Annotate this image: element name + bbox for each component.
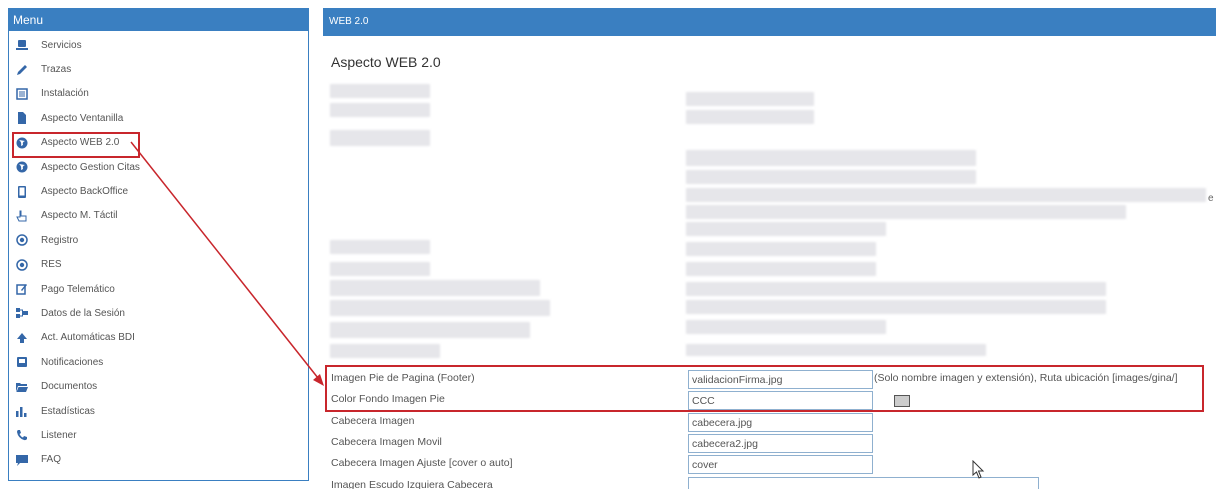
annotation-arrow bbox=[130, 141, 324, 386]
mouse-cursor-icon bbox=[972, 460, 985, 479]
